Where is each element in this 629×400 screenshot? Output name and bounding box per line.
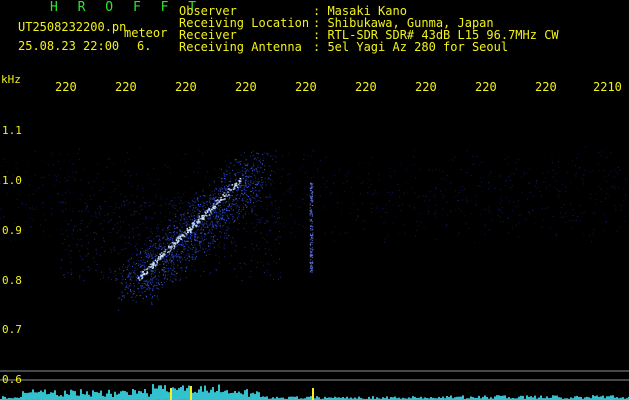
meta-antenna-value: : 5el Yagi Az 280 for Seoul: [313, 40, 509, 54]
meteor-echo: [114, 150, 277, 311]
count-label: 6.: [137, 39, 152, 53]
y-tick-0-8: 0.8: [2, 274, 22, 287]
datetime-label: 25.08.23 22:00: [18, 39, 120, 53]
hrofft-screen: H R O F F T UT2508232200.pn meteor 25.08…: [0, 0, 629, 400]
x-tick-5: 220: [295, 80, 317, 94]
audio-spectrum-bar: [0, 384, 629, 400]
noise-layer: [0, 146, 628, 281]
filename-label: UT2508232200.pn: [18, 20, 127, 34]
x-tick-7: 220: [415, 80, 437, 94]
x-tick-2: 220: [115, 80, 137, 94]
x-tick-3: 220: [175, 80, 197, 94]
y-tick-0-9: 0.9: [2, 224, 22, 237]
kind-label: meteor: [124, 26, 168, 40]
y-tick-0-6: 0.6: [2, 373, 22, 386]
x-tick-6: 220: [355, 80, 377, 94]
y-tick-1-0: 1.0: [2, 174, 22, 187]
x-tick-8: 220: [475, 80, 497, 94]
vertical-burst: [309, 182, 314, 273]
meta-antenna-label: Receiving Antenna: [179, 40, 302, 54]
x-tick-9: 220: [535, 80, 557, 94]
spectrogram: [0, 146, 629, 400]
y-axis-unit: kHz: [1, 73, 21, 86]
x-tick-4: 220: [235, 80, 257, 94]
x-tick-10: 2210: [593, 80, 622, 94]
x-tick-1: 220: [55, 80, 77, 94]
y-tick-0-7: 0.7: [2, 323, 22, 336]
y-tick-1-1: 1.1: [2, 124, 22, 137]
